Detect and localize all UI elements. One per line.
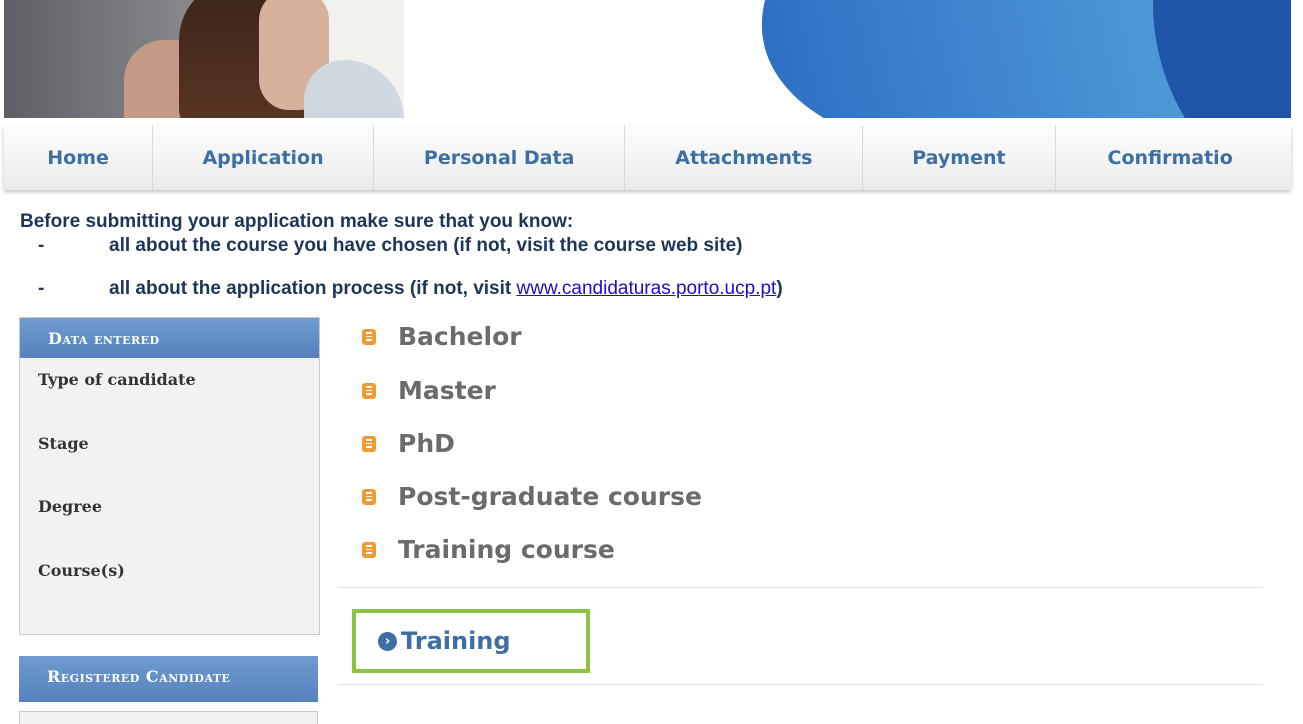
degree-label: Master	[398, 376, 496, 405]
notice-item-process: - all about the application process (if …	[38, 278, 783, 300]
degree-label: Training course	[398, 535, 615, 564]
data-entered-panel: Data entered Type of candidate Stage Deg…	[19, 317, 320, 635]
list-bullet-icon	[362, 382, 376, 399]
nav-home[interactable]: Home	[4, 126, 154, 190]
divider	[338, 587, 1263, 588]
degree-phd[interactable]: PhD	[362, 429, 455, 458]
registered-candidate-title: Registered Candidate	[19, 656, 318, 702]
registered-candidate-panel: Registered Candidate	[19, 656, 318, 702]
nav-confirmation[interactable]: Confirmatio	[1056, 126, 1292, 190]
nav-attachments[interactable]: Attachments	[625, 126, 864, 190]
chevron-right-circle-icon: ›	[378, 631, 397, 651]
degree-label: PhD	[398, 429, 455, 458]
degree-label: Post-graduate course	[398, 482, 702, 511]
list-bullet-icon	[362, 488, 376, 505]
nav-payment[interactable]: Payment	[863, 126, 1056, 190]
data-entered-title: Data entered	[20, 318, 319, 358]
notice-item-process-suffix: )	[776, 278, 783, 299]
degree-training-course[interactable]: Training course	[362, 535, 615, 564]
training-label: Training	[401, 627, 511, 655]
notice-item-course: - all about the course you have chosen (…	[38, 235, 743, 257]
list-bullet-icon	[362, 541, 376, 558]
degree-label: Bachelor	[398, 322, 522, 351]
dash-bullet: -	[38, 235, 45, 256]
row-stage: Stage	[38, 434, 89, 453]
list-bullet-icon	[362, 328, 376, 345]
divider	[338, 684, 1263, 685]
main-nav: Home Application Personal Data Attachmen…	[4, 126, 1291, 190]
degree-post-graduate[interactable]: Post-graduate course	[362, 482, 702, 511]
row-courses: Course(s)	[38, 561, 125, 580]
list-bullet-icon	[362, 435, 376, 452]
header-banner	[4, 0, 1291, 118]
candidaturas-link[interactable]: www.candidaturas.porto.ucp.pt	[517, 278, 777, 299]
banner-photo	[4, 0, 404, 118]
degree-bachelor[interactable]: Bachelor	[362, 322, 522, 351]
nav-application[interactable]: Application	[153, 126, 374, 190]
notice-item-course-text: all about the course you have chosen (if…	[109, 235, 743, 256]
dash-bullet: -	[38, 278, 45, 299]
notice-item-process-text: all about the application process (if no…	[109, 278, 517, 299]
row-degree: Degree	[38, 497, 103, 516]
training-option[interactable]: › Training	[352, 609, 590, 673]
notice-heading: Before submitting your application make …	[20, 211, 574, 232]
registered-candidate-body	[19, 711, 318, 724]
degree-master[interactable]: Master	[362, 376, 496, 405]
row-type-of-candidate: Type of candidate	[38, 370, 196, 389]
nav-personal-data[interactable]: Personal Data	[374, 126, 626, 190]
